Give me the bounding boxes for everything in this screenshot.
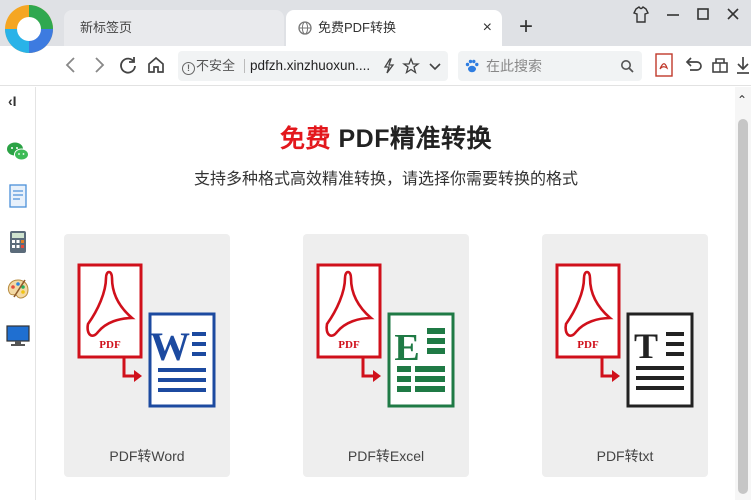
pdf-label: PDF xyxy=(338,339,360,351)
word-badge-letter: W xyxy=(150,324,190,369)
pdf-label: PDF xyxy=(577,339,599,351)
paw-icon xyxy=(465,59,479,73)
pdf-to-txt-card[interactable]: PDF T PDF转txt xyxy=(542,234,708,477)
pdf-icon[interactable] xyxy=(654,53,674,77)
magnifier-icon[interactable] xyxy=(620,59,634,73)
globe-icon xyxy=(298,21,312,35)
page-subtitle: 支持多种格式高效精准转换，请选择你需要转换的格式 xyxy=(193,171,578,188)
card-caption: PDF转Word xyxy=(109,448,185,464)
page-title-rest: PDF精准转换 xyxy=(331,125,492,153)
download-icon[interactable] xyxy=(735,54,751,76)
monitor-icon[interactable] xyxy=(5,323,31,349)
dropdown-icon[interactable] xyxy=(426,57,444,75)
txt-badge-letter: T xyxy=(634,326,658,366)
back-icon[interactable] xyxy=(60,54,82,76)
info-icon: ! xyxy=(182,62,195,75)
excel-badge-letter: E xyxy=(394,327,419,369)
sidebar: ‹I xyxy=(0,87,36,500)
address-bar[interactable]: ! 不安全 pdfzh.xinzhuoxun.... xyxy=(178,51,448,81)
star-icon[interactable] xyxy=(402,57,420,75)
page-title-accent: 免费 xyxy=(280,125,332,153)
maximize-icon[interactable] xyxy=(690,2,716,28)
search-placeholder: 在此搜索 xyxy=(486,58,542,74)
store-icon[interactable] xyxy=(709,54,731,76)
calculator-icon[interactable] xyxy=(5,229,31,255)
tab-pdf-convert[interactable]: 免费PDF转换 × xyxy=(286,10,502,46)
search-box[interactable]: 在此搜索 xyxy=(458,51,642,81)
tab-title: 新标签页 xyxy=(80,20,133,35)
document-icon[interactable] xyxy=(5,183,31,209)
navigation-toolbar: ! 不安全 pdfzh.xinzhuoxun.... 在此搜索 xyxy=(0,46,751,86)
scroll-up-icon[interactable]: ⌃ xyxy=(737,93,747,107)
browser-logo-icon[interactable] xyxy=(4,4,54,54)
pdf-to-excel-card[interactable]: PDF E PDF转Excel xyxy=(303,234,469,477)
scrollbar-thumb[interactable] xyxy=(738,119,748,494)
pdf-to-excel-icon: PDF E xyxy=(316,263,455,408)
tab-new-tab[interactable]: 新标签页 xyxy=(64,10,284,46)
pdf-to-word-card[interactable]: PDF W PDF转Word xyxy=(64,234,230,477)
wechat-icon[interactable] xyxy=(5,139,31,165)
forward-icon[interactable] xyxy=(88,54,110,76)
refresh-icon[interactable] xyxy=(117,54,139,76)
close-tab-icon[interactable]: × xyxy=(483,10,492,46)
tab-title: 免费PDF转换 xyxy=(318,20,397,35)
browser-window: 新标签页 免费PDF转换 × + ! 不安全 pdfzh.xinzhuoxun.… xyxy=(0,0,751,500)
new-tab-button[interactable]: + xyxy=(512,12,540,42)
card-caption: PDF转Excel xyxy=(347,448,425,464)
security-label: 不安全 xyxy=(196,58,236,73)
home-icon[interactable] xyxy=(145,54,167,76)
card-caption: PDF转txt xyxy=(596,448,654,464)
pdf-to-word-icon: PDF W xyxy=(77,263,216,408)
lightning-icon[interactable] xyxy=(380,57,398,75)
tab-strip: 新标签页 免费PDF转换 × + xyxy=(0,0,751,53)
pdf-label: PDF xyxy=(99,339,121,351)
url-text[interactable]: pdfzh.xinzhuoxun.... xyxy=(250,51,380,81)
security-indicator[interactable]: ! 不安全 xyxy=(182,51,235,81)
undo-icon[interactable] xyxy=(682,54,704,76)
page-content: 免费 PDF精准转换 支持多种格式高效精准转换，请选择你需要转换的格式 PDF … xyxy=(37,87,735,500)
page-title: 免费 PDF精准转换 xyxy=(37,119,735,155)
vertical-scrollbar[interactable]: ⌃ xyxy=(735,87,751,500)
minimize-icon[interactable] xyxy=(660,2,686,28)
address-separator xyxy=(244,59,245,73)
pdf-to-txt-icon: PDF T xyxy=(555,263,694,408)
shirt-icon[interactable] xyxy=(628,2,654,28)
paint-palette-icon[interactable] xyxy=(5,277,31,303)
close-icon[interactable] xyxy=(720,2,746,28)
sidebar-collapse-button[interactable]: ‹I xyxy=(8,93,17,109)
